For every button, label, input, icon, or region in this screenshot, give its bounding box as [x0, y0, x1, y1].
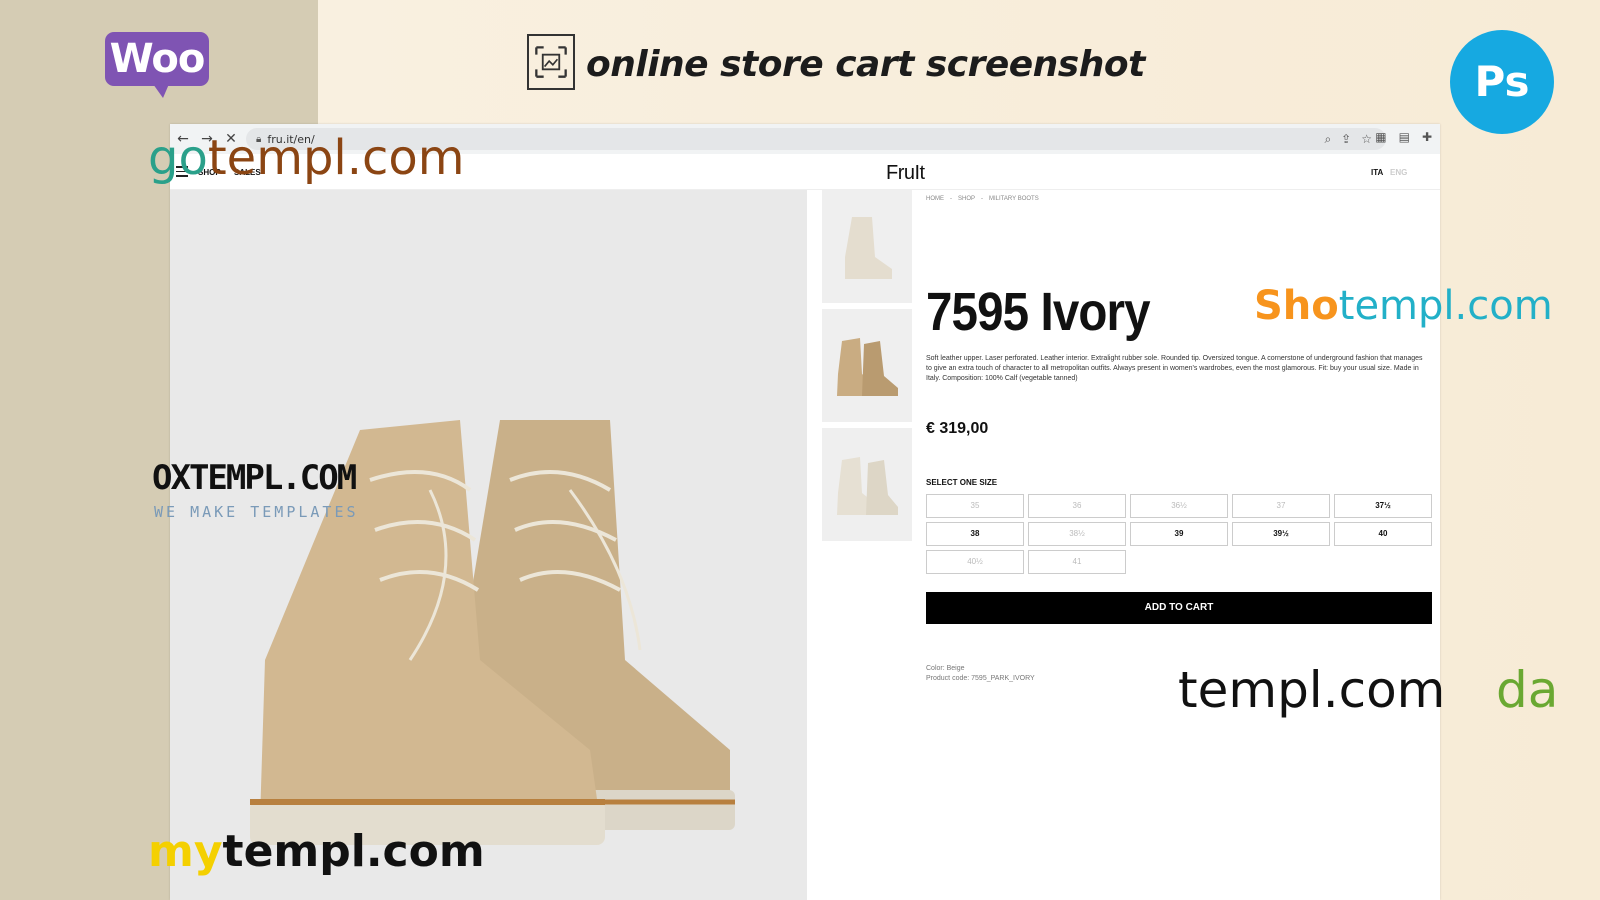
- watermark-mytempl: mytempl.com: [148, 826, 485, 877]
- size-option: 41: [1028, 550, 1126, 574]
- lang-ita[interactable]: ITA: [1371, 168, 1383, 177]
- size-selector-label: SELECT ONE SIZE: [926, 478, 998, 487]
- breadcrumb: HOME - SHOP - MILITARY BOOTS: [926, 196, 1039, 202]
- size-option: 37: [1232, 494, 1330, 518]
- product-main-image[interactable]: [170, 190, 807, 900]
- product-meta: Color: Beige Product code: 7595_PARK_IVO…: [926, 664, 1035, 684]
- size-option: 40½: [926, 550, 1024, 574]
- watermark-da: da: [1496, 661, 1559, 719]
- breadcrumb-category[interactable]: MILITARY BOOTS: [989, 196, 1039, 202]
- size-option[interactable]: 39½: [1232, 522, 1330, 546]
- woocommerce-logo: Woo: [105, 32, 209, 98]
- watermark-gotempl: gotempl.com: [148, 130, 465, 186]
- bookmark-star-icon[interactable]: ☆: [1361, 132, 1372, 146]
- photoshop-logo: Ps: [1450, 30, 1554, 134]
- size-option: 38½: [1028, 522, 1126, 546]
- thumbnail-3[interactable]: [822, 428, 912, 541]
- product-code: Product code: 7595_PARK_IVORY: [926, 675, 1035, 682]
- product-title: 7595 Ivory: [926, 282, 1151, 342]
- product-description: Soft leather upper. Laser perforated. Le…: [926, 355, 1423, 382]
- screenshot-icon: [527, 34, 575, 90]
- size-option[interactable]: 38: [926, 522, 1024, 546]
- share-icon[interactable]: ⇪: [1341, 132, 1351, 146]
- watermark-oxtempl-tagline: WE MAKE TEMPLATES: [154, 503, 359, 521]
- reading-list-icon[interactable]: ▤: [1399, 130, 1410, 144]
- breadcrumb-shop[interactable]: SHOP: [958, 196, 975, 202]
- product-details: HOME - SHOP - MILITARY BOOTS 7595 Ivory …: [926, 190, 1432, 682]
- page-header-title: online store cart screenshot: [586, 44, 1145, 85]
- puzzle-extensions-icon[interactable]: ✚: [1422, 130, 1432, 144]
- size-option: 36½: [1130, 494, 1228, 518]
- size-option[interactable]: 37½: [1334, 494, 1432, 518]
- watermark-oxtempl: OXTEMPL.COM: [152, 458, 357, 498]
- watermark-shotempl: Shotempl.com: [1254, 283, 1553, 329]
- size-grid: 35 36 36½ 37 37½ 38 38½ 39 39½ 40 40½ 41: [926, 494, 1432, 574]
- watermark-templ: templ.com: [1178, 661, 1446, 719]
- size-option[interactable]: 39: [1130, 522, 1228, 546]
- zoom-icon[interactable]: ⌕: [1324, 132, 1331, 147]
- thumbnail-1[interactable]: [822, 190, 912, 303]
- size-option: 36: [1028, 494, 1126, 518]
- product-color: Color: Beige: [926, 665, 965, 672]
- add-to-cart-button[interactable]: ADD TO CART: [926, 592, 1432, 624]
- size-option: 35: [926, 494, 1024, 518]
- product-price: € 319,00: [926, 420, 989, 437]
- breadcrumb-home[interactable]: HOME: [926, 196, 944, 202]
- extension-grid-icon[interactable]: ▦: [1375, 130, 1386, 144]
- size-option[interactable]: 40: [1334, 522, 1432, 546]
- product-thumbnails: [822, 190, 912, 547]
- lang-eng[interactable]: ENG: [1390, 168, 1407, 177]
- site-logo[interactable]: FruIt: [886, 162, 925, 185]
- thumbnail-2[interactable]: [822, 309, 912, 422]
- browser-window: ← → ✕ 🔒︎ fru.it/en/ ⌕ ⇪ ☆ ▦ ▤ ✚ SHOP SAL…: [170, 124, 1440, 900]
